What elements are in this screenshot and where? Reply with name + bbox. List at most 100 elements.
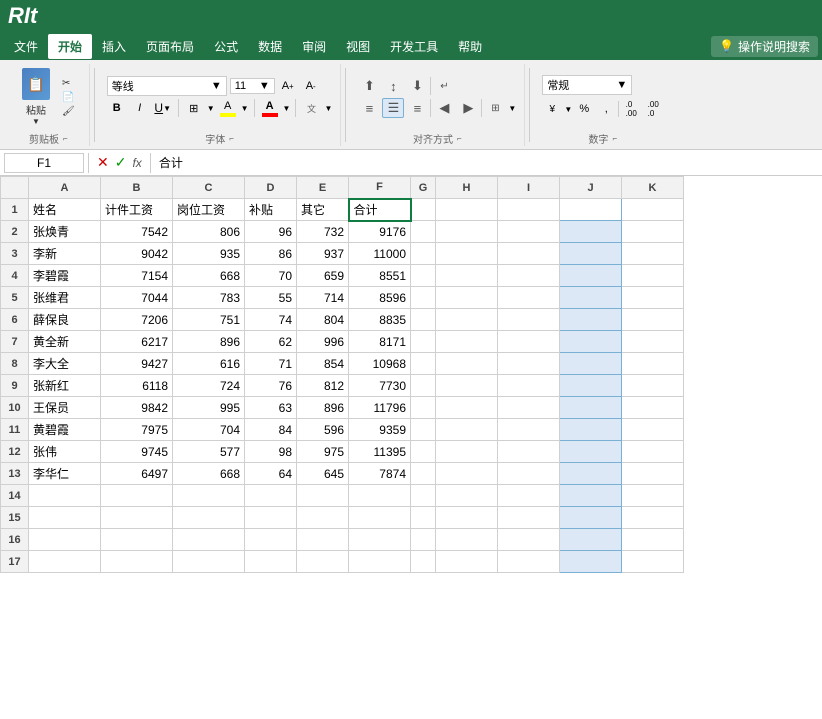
table-cell[interactable]: 55 [245, 287, 297, 309]
menu-view[interactable]: 视图 [336, 34, 380, 59]
table-cell[interactable] [560, 397, 622, 419]
table-cell[interactable]: 896 [173, 331, 245, 353]
table-cell[interactable] [436, 375, 498, 397]
col-header-B[interactable]: B [101, 177, 173, 199]
col-header-F[interactable]: F [349, 177, 411, 199]
table-cell[interactable] [411, 221, 436, 243]
table-cell[interactable]: 975 [297, 441, 349, 463]
col-header-K[interactable]: K [622, 177, 684, 199]
table-cell[interactable] [560, 463, 622, 485]
table-cell[interactable] [29, 529, 101, 551]
table-cell[interactable] [411, 265, 436, 287]
table-cell[interactable] [436, 243, 498, 265]
table-cell[interactable]: 668 [173, 463, 245, 485]
indent-decrease-button[interactable]: ◀ [433, 98, 455, 118]
font-color-button[interactable]: A [260, 98, 280, 118]
font-size-select[interactable]: 11 ▼ [230, 78, 275, 94]
row-header-1[interactable]: 1 [1, 199, 29, 221]
cut-button[interactable]: ✂ [58, 77, 81, 90]
font-increase-button[interactable]: A+ [278, 76, 298, 96]
table-cell[interactable] [101, 485, 173, 507]
table-cell[interactable] [498, 463, 560, 485]
table-cell[interactable] [498, 551, 560, 573]
table-cell[interactable]: 8596 [349, 287, 411, 309]
table-cell[interactable]: 7975 [101, 419, 173, 441]
table-cell[interactable]: 7874 [349, 463, 411, 485]
table-cell[interactable] [622, 375, 684, 397]
table-cell[interactable]: 其它 [297, 199, 349, 221]
table-cell[interactable] [622, 419, 684, 441]
clipboard-expand-icon[interactable]: ⌐ [63, 134, 68, 143]
table-cell[interactable] [29, 507, 101, 529]
table-cell[interactable]: 9176 [349, 221, 411, 243]
indent-increase-button[interactable]: ▶ [457, 98, 479, 118]
table-cell[interactable] [560, 199, 622, 221]
table-cell[interactable] [498, 265, 560, 287]
number-expand-icon[interactable]: ⌐ [612, 134, 617, 143]
cell-reference-input[interactable] [4, 153, 84, 173]
table-cell[interactable] [622, 331, 684, 353]
row-header-13[interactable]: 13 [1, 463, 29, 485]
table-cell[interactable] [622, 463, 684, 485]
table-cell[interactable] [622, 309, 684, 331]
col-header-H[interactable]: H [436, 177, 498, 199]
table-cell[interactable] [498, 419, 560, 441]
table-cell[interactable] [245, 529, 297, 551]
menu-developer[interactable]: 开发工具 [380, 34, 448, 59]
table-cell[interactable]: 张焕青 [29, 221, 101, 243]
table-cell[interactable]: 616 [173, 353, 245, 375]
table-cell[interactable]: 10968 [349, 353, 411, 375]
table-cell[interactable]: 806 [173, 221, 245, 243]
table-cell[interactable] [436, 309, 498, 331]
table-cell[interactable] [622, 485, 684, 507]
menu-data[interactable]: 数据 [248, 34, 292, 59]
currency-button[interactable]: ¥ [542, 99, 562, 119]
table-cell[interactable] [498, 331, 560, 353]
row-header-3[interactable]: 3 [1, 243, 29, 265]
row-header-4[interactable]: 4 [1, 265, 29, 287]
merge-button[interactable]: ⊞ [484, 98, 506, 118]
table-cell[interactable]: 张新红 [29, 375, 101, 397]
table-cell[interactable]: 74 [245, 309, 297, 331]
table-cell[interactable] [411, 397, 436, 419]
table-cell[interactable]: 6497 [101, 463, 173, 485]
table-cell[interactable] [29, 485, 101, 507]
table-cell[interactable] [498, 221, 560, 243]
table-cell[interactable] [349, 485, 411, 507]
table-cell[interactable]: 9745 [101, 441, 173, 463]
table-cell[interactable]: 935 [173, 243, 245, 265]
table-cell[interactable] [560, 375, 622, 397]
table-cell[interactable]: 714 [297, 287, 349, 309]
percent-button[interactable]: % [574, 99, 594, 119]
row-header-2[interactable]: 2 [1, 221, 29, 243]
table-cell[interactable]: 黄碧霞 [29, 419, 101, 441]
table-cell[interactable]: 7730 [349, 375, 411, 397]
table-cell[interactable] [101, 529, 173, 551]
table-cell[interactable] [436, 551, 498, 573]
menu-page-layout[interactable]: 页面布局 [136, 34, 204, 59]
table-cell[interactable] [297, 507, 349, 529]
table-cell[interactable] [498, 375, 560, 397]
table-cell[interactable] [349, 507, 411, 529]
menu-file[interactable]: 文件 [4, 34, 48, 59]
insert-function-icon[interactable]: fx [132, 156, 141, 170]
table-cell[interactable]: 9427 [101, 353, 173, 375]
row-header-9[interactable]: 9 [1, 375, 29, 397]
table-cell[interactable] [101, 551, 173, 573]
table-cell[interactable] [349, 551, 411, 573]
table-cell[interactable] [411, 199, 436, 221]
table-cell[interactable]: 9359 [349, 419, 411, 441]
table-cell[interactable] [436, 397, 498, 419]
col-header-I[interactable]: I [498, 177, 560, 199]
table-cell[interactable]: 996 [297, 331, 349, 353]
table-cell[interactable] [560, 353, 622, 375]
table-cell[interactable] [411, 529, 436, 551]
row-header-17[interactable]: 17 [1, 551, 29, 573]
table-cell[interactable]: 8835 [349, 309, 411, 331]
table-cell[interactable] [245, 551, 297, 573]
table-cell[interactable] [411, 441, 436, 463]
table-cell[interactable] [560, 265, 622, 287]
table-cell[interactable] [622, 243, 684, 265]
table-cell[interactable] [411, 551, 436, 573]
table-cell[interactable] [411, 353, 436, 375]
